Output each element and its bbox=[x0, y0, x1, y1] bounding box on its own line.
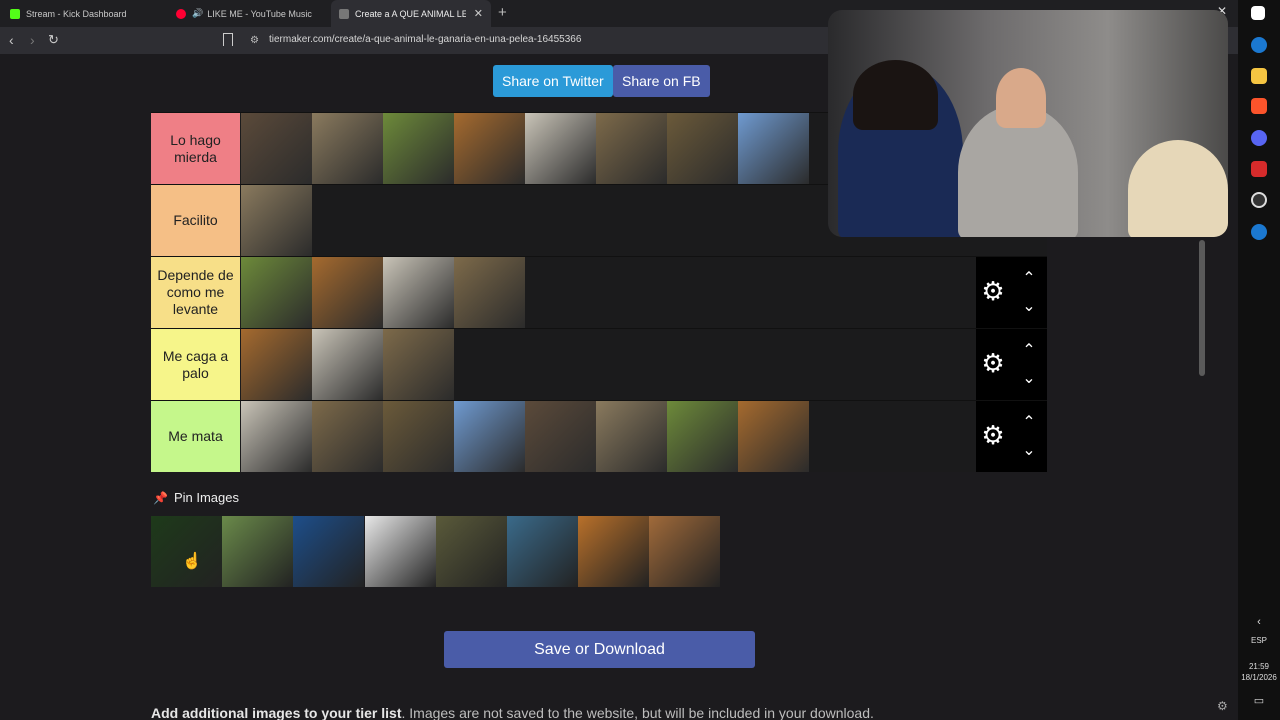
forward-icon[interactable]: › bbox=[30, 32, 35, 48]
animal-tile-platypus[interactable] bbox=[241, 113, 312, 184]
save-or-download-button[interactable]: Save or Download bbox=[444, 631, 755, 668]
animal-tile-penguin[interactable] bbox=[738, 113, 809, 184]
settings-gear-icon[interactable]: ⚙ bbox=[1217, 699, 1228, 713]
animal-tile-cow[interactable] bbox=[312, 257, 383, 328]
reload-icon[interactable]: ↻ bbox=[48, 32, 59, 48]
tab-title: LIKE ME - YouTube Music bbox=[207, 8, 312, 19]
animal-tile-crocodile[interactable] bbox=[241, 329, 312, 400]
streamer-hair bbox=[853, 60, 938, 130]
file-explorer-icon[interactable] bbox=[1251, 68, 1267, 84]
notification-icon[interactable]: ▭ bbox=[1238, 694, 1280, 707]
animal-tile-moose[interactable] bbox=[738, 401, 809, 472]
tier-row: Me caga a palo ⚙ ⌃ ⌄ bbox=[151, 328, 1047, 400]
animal-tile-komodo-dragon[interactable] bbox=[241, 185, 312, 256]
tier-label[interactable]: Lo hago mierda bbox=[151, 113, 240, 184]
new-tab-button[interactable]: + bbox=[498, 4, 507, 21]
share-facebook-button[interactable]: Share on FB bbox=[613, 65, 710, 97]
animal-tile-chicken[interactable] bbox=[383, 113, 454, 184]
brave-icon[interactable] bbox=[1251, 98, 1267, 114]
animal-tile-scorpion[interactable] bbox=[596, 401, 667, 472]
move-tier-up-icon[interactable]: ⌃ bbox=[1019, 415, 1039, 431]
tier-label[interactable]: Me mata bbox=[151, 401, 240, 472]
move-tier-down-icon[interactable]: ⌄ bbox=[1019, 371, 1039, 387]
pool-tile-orca[interactable] bbox=[293, 516, 365, 587]
tier-controls: ⚙ ⌃ ⌄ bbox=[976, 401, 1047, 472]
tier-settings-gear-icon[interactable]: ⚙ bbox=[980, 278, 1006, 304]
voice-app-icon[interactable] bbox=[1251, 161, 1267, 177]
mouse-cursor-icon: ☝ bbox=[182, 553, 202, 570]
move-tier-down-icon[interactable]: ⌄ bbox=[1019, 299, 1039, 315]
pool-tile-otter[interactable] bbox=[222, 516, 294, 587]
animal-tile-kangaroo[interactable] bbox=[454, 257, 525, 328]
steam-icon[interactable] bbox=[1251, 37, 1267, 53]
chevron-left-icon[interactable]: ‹ bbox=[1238, 616, 1280, 628]
pool-tile-octopus[interactable] bbox=[507, 516, 578, 587]
tier-row: Me mata ⚙ ⌃ ⌄ bbox=[151, 400, 1047, 472]
close-tab-icon[interactable]: ✕ bbox=[474, 7, 483, 20]
add-images-note-bold: Add additional images to your tier list bbox=[151, 705, 402, 720]
pool-tile-panda[interactable] bbox=[364, 516, 436, 587]
animal-tile-goat[interactable] bbox=[383, 257, 454, 328]
tier-controls: ⚙ ⌃ ⌄ bbox=[976, 329, 1047, 400]
obs-icon[interactable] bbox=[1251, 192, 1267, 208]
tier-settings-gear-icon[interactable]: ⚙ bbox=[980, 422, 1006, 448]
animal-tile-dolphin[interactable] bbox=[312, 329, 383, 400]
animal-tile-lion[interactable] bbox=[312, 401, 383, 472]
add-images-note: Add additional images to your tier list.… bbox=[151, 705, 874, 720]
tier-label[interactable]: Facilito bbox=[151, 185, 240, 256]
tier-controls: ⚙ ⌃ ⌄ bbox=[976, 257, 1047, 328]
language-indicator[interactable]: ESP bbox=[1238, 636, 1280, 645]
guest-face bbox=[996, 68, 1046, 128]
webcam-overlay bbox=[828, 10, 1228, 237]
speaker-icon: 🔊 bbox=[192, 8, 204, 18]
kick-icon bbox=[10, 8, 20, 19]
move-tier-down-icon[interactable]: ⌄ bbox=[1019, 443, 1039, 459]
discord-icon[interactable] bbox=[1251, 130, 1267, 146]
animal-tile-wild-boar[interactable] bbox=[383, 329, 454, 400]
move-tier-up-icon[interactable]: ⌃ bbox=[1019, 271, 1039, 287]
animal-tile-donkey[interactable] bbox=[241, 257, 312, 328]
add-images-note-rest: . Images are not saved to the website, b… bbox=[401, 705, 874, 720]
pool-tile-piranha[interactable] bbox=[435, 516, 507, 587]
tier-label[interactable]: Me caga a palo bbox=[151, 329, 240, 400]
back-icon[interactable]: ‹ bbox=[9, 32, 14, 48]
animal-tile-eagle[interactable] bbox=[454, 401, 525, 472]
animal-tile-capybara[interactable] bbox=[667, 113, 738, 184]
animal-tile-guinea-pig[interactable] bbox=[454, 113, 525, 184]
pool-tile-tiger[interactable] bbox=[578, 516, 650, 587]
animal-tile-shark[interactable] bbox=[667, 401, 738, 472]
pin-images-label: Pin Images bbox=[173, 490, 239, 505]
pushpin-icon: 📌 bbox=[153, 490, 168, 505]
url-field[interactable]: tiermaker.com/create/a-que-animal-le-gan… bbox=[269, 34, 581, 45]
windows-taskbar: ‹ ESP 21:59 18/1/2026 ▭ bbox=[1238, 0, 1280, 720]
animal-tile-gorilla[interactable] bbox=[525, 401, 596, 472]
tier-settings-gear-icon[interactable]: ⚙ bbox=[980, 350, 1006, 376]
animal-tile-sheep[interactable] bbox=[525, 113, 596, 184]
tab-youtube-music[interactable]: 🔊 LIKE ME - YouTube Music bbox=[168, 0, 328, 27]
move-tier-up-icon[interactable]: ⌃ bbox=[1019, 343, 1039, 359]
tab-tiermaker[interactable]: Create a A QUE ANIMAL LE GAN... ✕ bbox=[331, 0, 491, 27]
site-info-icon[interactable]: ⚙ bbox=[250, 35, 259, 46]
steam-tray-icon[interactable] bbox=[1251, 224, 1267, 240]
pin-images-heading: 📌 Pin Images bbox=[153, 490, 239, 505]
tiermaker-icon bbox=[339, 8, 349, 19]
bookmark-icon[interactable] bbox=[223, 33, 233, 46]
share-twitter-button[interactable]: Share on Twitter bbox=[493, 65, 613, 97]
third-person-figure bbox=[1128, 140, 1228, 237]
tier-row: Depende de como me levante ⚙ ⌃ ⌄ bbox=[151, 256, 1047, 328]
clock-date[interactable]: 18/1/2026 bbox=[1238, 673, 1280, 682]
clock-time[interactable]: 21:59 bbox=[1238, 662, 1280, 671]
youtube-music-icon bbox=[176, 8, 186, 19]
animal-tile-hedgehog[interactable] bbox=[312, 113, 383, 184]
tab-title: Create a A QUE ANIMAL LE GAN... bbox=[355, 8, 466, 19]
animal-tile-squirrel[interactable] bbox=[596, 113, 667, 184]
tab-title: Stream - Kick Dashboard bbox=[26, 8, 127, 19]
scrollbar-thumb[interactable] bbox=[1199, 240, 1205, 376]
animal-tile-rhino[interactable] bbox=[241, 401, 312, 472]
animal-tile-wolf[interactable] bbox=[383, 401, 454, 472]
pool-tile-fox[interactable] bbox=[649, 516, 721, 587]
windows-start-icon[interactable] bbox=[1251, 6, 1265, 20]
tab-kick-dashboard[interactable]: Stream - Kick Dashboard bbox=[2, 0, 167, 27]
tier-label[interactable]: Depende de como me levante bbox=[151, 257, 240, 328]
